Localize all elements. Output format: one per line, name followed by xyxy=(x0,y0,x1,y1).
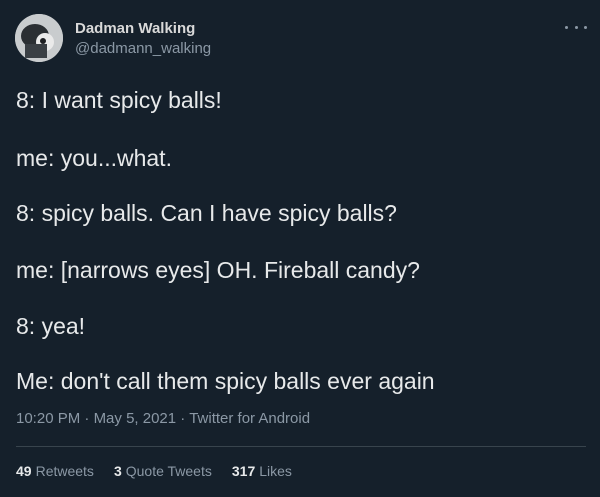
avatar[interactable] xyxy=(15,14,63,62)
tweet-line: Me: don't call them spicy balls ever aga… xyxy=(16,368,435,394)
engagement-stats: 49 Retweets 3 Quote Tweets 317 Likes xyxy=(16,463,292,479)
tweet-line: me: you...what. xyxy=(16,145,172,171)
quote-tweets-stat[interactable]: 3 Quote Tweets xyxy=(114,463,212,479)
retweets-label: Retweets xyxy=(35,463,94,479)
avatar-image xyxy=(15,14,63,62)
tweet-source[interactable]: Twitter for Android xyxy=(189,410,310,427)
likes-stat[interactable]: 317 Likes xyxy=(232,463,292,479)
tweet-line: me: [narrows eyes] OH. Fireball candy? xyxy=(16,257,420,283)
meta-separator: · xyxy=(176,410,190,427)
tweet-line: 8: spicy balls. Can I have spicy balls? xyxy=(16,200,397,226)
more-dot xyxy=(574,25,578,29)
author-handle[interactable]: @dadmann_walking xyxy=(75,40,211,57)
retweets-count: 49 xyxy=(16,463,32,479)
tweet-time[interactable]: 10:20 PM xyxy=(16,410,80,427)
quotes-label: Quote Tweets xyxy=(125,463,212,479)
meta-separator: · xyxy=(80,410,94,427)
author-display-name[interactable]: Dadman Walking xyxy=(75,20,195,37)
tweet-meta: 10:20 PM · May 5, 2021 · Twitter for And… xyxy=(16,410,310,427)
more-dot xyxy=(565,25,568,29)
divider xyxy=(16,446,586,447)
more-dot xyxy=(584,25,587,29)
likes-label: Likes xyxy=(259,463,292,479)
tweet-date[interactable]: May 5, 2021 xyxy=(94,410,177,427)
tweet-line: 8: I want spicy balls! xyxy=(16,87,222,113)
retweets-stat[interactable]: 49 Retweets xyxy=(16,463,94,479)
likes-count: 317 xyxy=(231,463,256,479)
more-horizontal-icon[interactable] xyxy=(565,18,587,36)
tweet-line: 8: yea! xyxy=(16,313,86,339)
quotes-count: 3 xyxy=(113,463,122,479)
